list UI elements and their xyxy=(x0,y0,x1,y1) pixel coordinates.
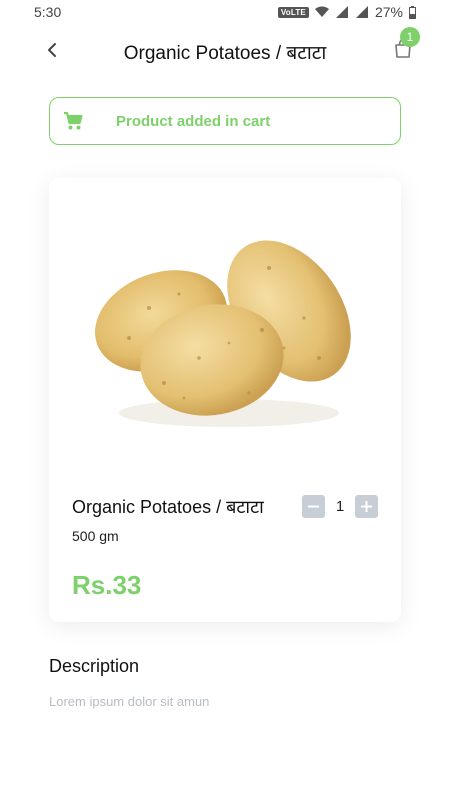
battery-icon xyxy=(409,5,416,19)
status-icons: VoLTE 27% xyxy=(277,4,416,20)
status-bar: 5:30 VoLTE 27% xyxy=(0,0,450,24)
volte-badge: VoLTE xyxy=(277,6,309,18)
product-card: Organic Potatoes / बटाटा 1 500 gm Rs.33 xyxy=(49,178,401,622)
increase-quantity-button[interactable] xyxy=(355,494,378,518)
signal-icon xyxy=(335,6,348,18)
product-price: Rs.33 xyxy=(72,570,142,600)
product-name: Organic Potatoes / बटाटा xyxy=(72,497,264,517)
description-text: Lorem ipsum dolor sit amun xyxy=(49,694,210,709)
product-image xyxy=(95,240,351,427)
signal-icon-2 xyxy=(355,6,368,18)
toast-message: Product added in cart xyxy=(116,113,271,130)
product-weight: 500 gm xyxy=(72,528,119,544)
cart-icon xyxy=(64,111,83,130)
quantity-value: 1 xyxy=(335,497,345,515)
decrease-quantity-button[interactable] xyxy=(302,494,325,518)
plus-icon xyxy=(361,500,372,512)
quantity-stepper: 1 xyxy=(302,494,378,518)
wifi-icon xyxy=(314,6,329,17)
page-title: Organic Potatoes / बटाटा xyxy=(123,43,327,64)
status-time: 5:30 xyxy=(34,4,62,20)
cart-count-badge: 1 xyxy=(400,27,420,47)
app-header: Organic Potatoes / बटाटा xyxy=(0,30,450,70)
cart-toast: Product added in cart xyxy=(49,97,401,145)
battery-percent: 27% xyxy=(374,4,403,20)
description-heading: Description xyxy=(49,656,140,676)
minus-icon xyxy=(308,505,319,507)
